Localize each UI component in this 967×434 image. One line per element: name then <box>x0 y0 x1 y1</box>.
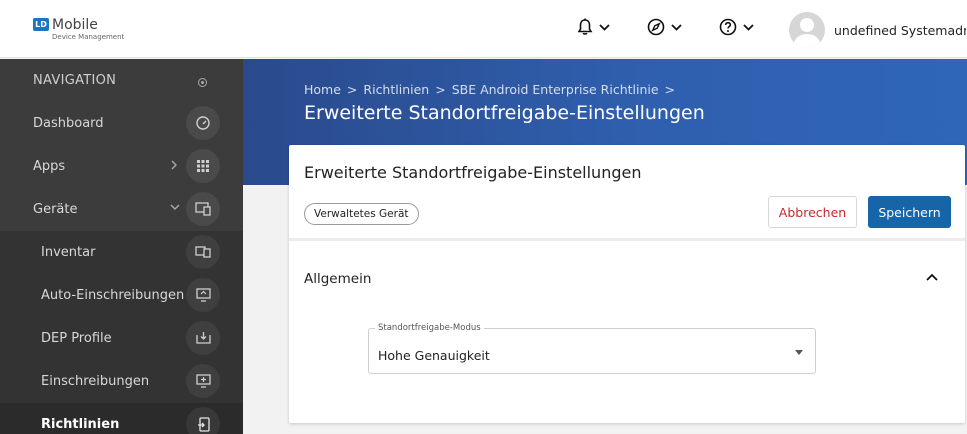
nav-heading-label: NAVIGATION <box>33 73 117 88</box>
help-button[interactable] <box>719 18 754 36</box>
auto-enroll-icon <box>186 278 220 312</box>
breadcrumb-home[interactable]: Home <box>304 82 341 97</box>
logo-mark: LD <box>33 18 49 31</box>
download-icon <box>186 321 220 355</box>
breadcrumb-policy[interactable]: SBE Android Enterprise Richtlinie <box>452 82 659 97</box>
sidebar-item-label: Dashboard <box>33 116 104 131</box>
cancel-button[interactable]: Abbrechen <box>768 196 857 228</box>
avatar <box>789 12 825 48</box>
nav-heading: NAVIGATION <box>0 59 243 102</box>
chevron-down-icon <box>170 204 180 210</box>
grid-icon <box>186 149 220 183</box>
app-logo[interactable]: LD Mobile Device Management <box>33 17 124 41</box>
page-title: Erweiterte Standortfreigabe-Einstellunge… <box>304 102 705 124</box>
user-name: undefined Systemadmi... <box>834 22 966 38</box>
sidebar-item-label: Auto-Einschreibungen <box>41 288 185 303</box>
bell-icon <box>577 18 593 35</box>
section-allgemein-header[interactable]: Allgemein <box>289 244 965 298</box>
policy-icon <box>186 407 220 434</box>
breadcrumb: Home > Richtlinien > SBE Android Enterprise … <box>304 82 681 97</box>
location-mode-select[interactable]: Standortfreigabe-Modus Hohe Genauigkeit <box>368 323 816 374</box>
sidebar-item-dep-profile[interactable]: DEP Profile <box>0 317 243 360</box>
select-label: Standortfreigabe-Modus <box>375 323 484 333</box>
pin-icon[interactable] <box>198 78 207 87</box>
sidebar-item-einschreibungen[interactable]: Einschreibungen <box>0 360 243 403</box>
sidebar-item-apps[interactable]: Apps <box>0 145 243 188</box>
sidebar-item-label: Apps <box>33 159 66 174</box>
card-header: Erweiterte Standortfreigabe-Einstellunge… <box>289 145 965 241</box>
caret-down-icon <box>795 350 803 355</box>
breadcrumb-richtlinien[interactable]: Richtlinien <box>363 82 429 97</box>
sidebar-item-label: Inventar <box>41 245 96 260</box>
chevron-down-icon <box>671 23 682 31</box>
breadcrumb-separator: > <box>664 82 676 97</box>
section-title: Allgemein <box>304 271 372 287</box>
sidebar-item-geraete[interactable]: Geräte <box>0 188 243 231</box>
gauge-icon <box>186 106 220 140</box>
logo-subtitle: Device Management <box>52 33 125 41</box>
chevron-down-icon <box>743 23 754 31</box>
devices-icon <box>186 192 220 226</box>
chevron-up-icon <box>926 273 938 281</box>
notifications-button[interactable] <box>577 18 610 36</box>
enroll-icon <box>186 364 220 398</box>
logo-text: Mobile Device Management <box>52 17 124 41</box>
compass-icon <box>647 18 665 36</box>
inventory-icon <box>186 235 220 269</box>
top-header: LD Mobile Device Management undefined Sy… <box>0 0 967 58</box>
breadcrumb-separator: > <box>435 82 446 97</box>
compass-button[interactable] <box>647 18 682 36</box>
sidebar: NAVIGATION Dashboard Apps Geräte Inventa… <box>0 59 243 434</box>
save-button[interactable]: Speichern <box>868 196 951 228</box>
chevron-down-icon <box>599 23 610 31</box>
sidebar-item-auto-einschreibungen[interactable]: Auto-Einschreibungen <box>0 274 243 317</box>
sidebar-item-dashboard[interactable]: Dashboard <box>0 102 243 145</box>
sidebar-item-label: Richtlinien <box>41 417 120 432</box>
sidebar-item-richtlinien[interactable]: Richtlinien <box>0 403 243 434</box>
sidebar-item-inventar[interactable]: Inventar <box>0 231 243 274</box>
sidebar-item-label: DEP Profile <box>41 331 112 346</box>
card-title: Erweiterte Standortfreigabe-Einstellunge… <box>304 163 642 182</box>
managed-device-chip: Verwaltetes Gerät <box>304 203 419 225</box>
user-menu[interactable]: undefined Systemadmi... <box>789 12 966 48</box>
logo-title: Mobile <box>52 17 98 33</box>
chevron-right-icon <box>171 160 177 170</box>
settings-card: Erweiterte Standortfreigabe-Einstellunge… <box>289 145 965 423</box>
sidebar-item-label: Geräte <box>33 202 78 217</box>
select-value: Hohe Genauigkeit <box>378 348 490 363</box>
help-icon <box>719 18 737 36</box>
sidebar-item-label: Einschreibungen <box>41 374 150 389</box>
breadcrumb-separator: > <box>346 82 358 97</box>
